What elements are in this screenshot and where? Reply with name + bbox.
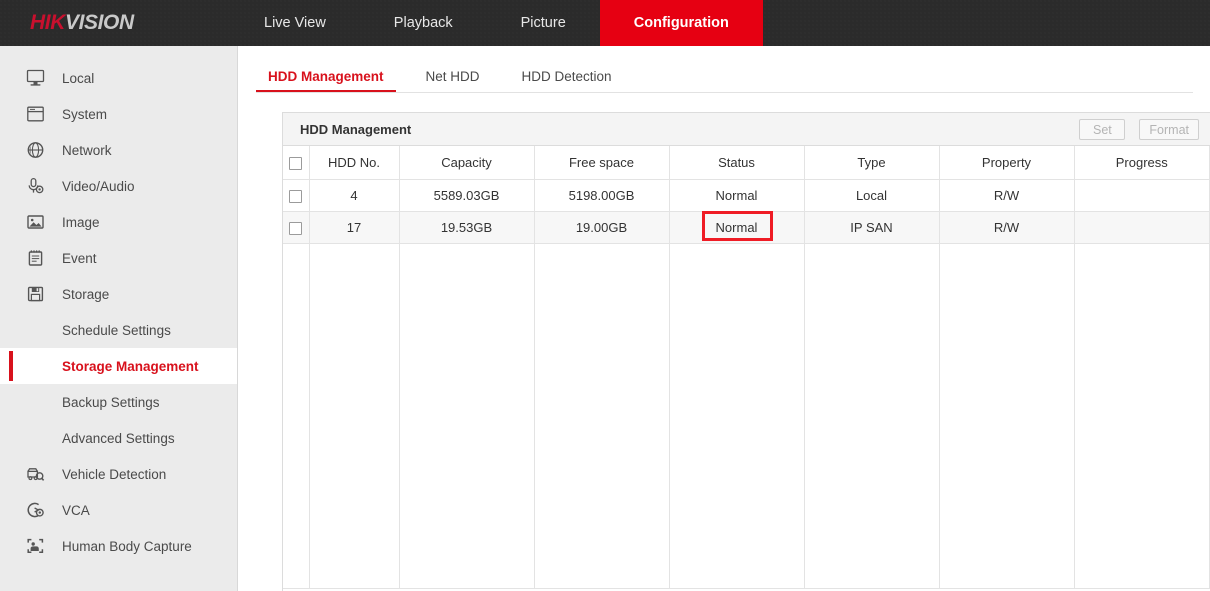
logo-vision-text: VISION [65, 11, 134, 35]
tab-hdd-management[interactable]: HDD Management [256, 69, 396, 93]
set-button[interactable]: Set [1079, 119, 1125, 140]
sidebar-item-system[interactable]: System [0, 96, 237, 132]
sidebar-item-label: Backup Settings [62, 395, 160, 410]
row-select-cell [283, 211, 309, 243]
monitor-icon [22, 67, 48, 89]
tab-hdd-detection[interactable]: HDD Detection [510, 69, 624, 93]
cell-status: Normal [669, 179, 804, 211]
cell-free-space: 19.00GB [534, 211, 669, 243]
sidebar-item-storage[interactable]: Storage [0, 276, 237, 312]
hdd-management-panel: HDD Management Set Format HDD No. [282, 112, 1210, 591]
sidebar-item-network[interactable]: Network [0, 132, 237, 168]
panel-action-buttons: Set Format [1079, 113, 1199, 146]
content-tab-bar: HDD Management Net HDD HDD Detection [256, 57, 1210, 93]
panel-title: HDD Management [300, 122, 411, 137]
tab-net-hdd[interactable]: Net HDD [414, 69, 492, 93]
cell-capacity: 19.53GB [399, 211, 534, 243]
sidebar-item-label: Local [62, 71, 94, 86]
main-nav-tabs: Live View Playback Picture Configuration [230, 0, 763, 46]
sidebar-item-label: System [62, 107, 107, 122]
globe-icon [22, 139, 48, 161]
sidebar-item-event[interactable]: Event [0, 240, 237, 276]
nav-tab-picture[interactable]: Picture [487, 0, 600, 46]
sidebar-item-label: Advanced Settings [62, 431, 175, 446]
content-area: HDD Management Net HDD HDD Detection HDD… [239, 46, 1210, 591]
column-header-status: Status [669, 146, 804, 179]
cell-hdd-no: 4 [309, 179, 399, 211]
column-header-progress: Progress [1074, 146, 1210, 179]
column-header-capacity: Capacity [399, 146, 534, 179]
sidebar-item-label: Storage [62, 287, 109, 302]
sidebar-item-human-body-capture[interactable]: Human Body Capture [0, 528, 237, 564]
select-all-checkbox[interactable] [289, 157, 302, 170]
sidebar-item-label: Video/Audio [62, 179, 135, 194]
sidebar-item-vca[interactable]: VCA [0, 492, 237, 528]
table-empty-space [283, 243, 1210, 588]
row-select-cell [283, 179, 309, 211]
sidebar-item-local[interactable]: Local [0, 60, 237, 96]
sidebar-item-label: Human Body Capture [62, 539, 192, 554]
top-header-bar: HIKVISION Live View Playback Picture Con… [0, 0, 1210, 46]
sidebar-item-schedule-settings[interactable]: Schedule Settings [0, 312, 237, 348]
nav-tab-live-view[interactable]: Live View [230, 0, 360, 46]
table-row[interactable]: 17 19.53GB 19.00GB Normal IP SAN R/W [283, 211, 1210, 243]
row-checkbox[interactable] [289, 190, 302, 203]
sidebar-item-storage-management[interactable]: Storage Management [0, 348, 237, 384]
logo-hik-text: HIK [30, 11, 65, 35]
clipboard-icon [22, 247, 48, 269]
cell-type: IP SAN [804, 211, 939, 243]
column-header-free-space: Free space [534, 146, 669, 179]
vca-icon [22, 499, 48, 521]
sidebar-item-label: Schedule Settings [62, 323, 171, 338]
vehicle-search-icon [22, 463, 48, 485]
nav-tab-configuration[interactable]: Configuration [600, 0, 763, 46]
save-disk-icon [22, 283, 48, 305]
sidebar-item-label: Network [62, 143, 112, 158]
sidebar-item-label: Event [62, 251, 97, 266]
sidebar-item-advanced-settings[interactable]: Advanced Settings [0, 420, 237, 456]
microphone-icon [22, 175, 48, 197]
picture-icon [22, 211, 48, 233]
sidebar-item-vehicle-detection[interactable]: Vehicle Detection [0, 456, 237, 492]
cell-property: R/W [939, 211, 1074, 243]
sidebar-item-label: Image [62, 215, 100, 230]
sidebar-item-label: Vehicle Detection [62, 467, 166, 482]
column-header-property: Property [939, 146, 1074, 179]
select-all-header [283, 146, 309, 179]
panel-header: HDD Management Set Format [283, 113, 1210, 146]
window-icon [22, 103, 48, 125]
hikvision-logo[interactable]: HIKVISION [0, 0, 230, 46]
cell-progress [1074, 211, 1210, 243]
cell-status: Normal [669, 211, 804, 243]
table-header-row: HDD No. Capacity Free space Status Type … [283, 146, 1210, 179]
sidebar-nav: Local System Network Video/Audio Image [0, 46, 238, 591]
table-row[interactable]: 4 5589.03GB 5198.00GB Normal Local R/W [283, 179, 1210, 211]
column-header-hdd-no: HDD No. [309, 146, 399, 179]
sidebar-item-image[interactable]: Image [0, 204, 237, 240]
hikvision-config-page: HIKVISION Live View Playback Picture Con… [0, 0, 1210, 591]
nav-tab-playback[interactable]: Playback [360, 0, 487, 46]
sidebar-item-video-audio[interactable]: Video/Audio [0, 168, 237, 204]
sidebar-item-backup-settings[interactable]: Backup Settings [0, 384, 237, 420]
sidebar-item-label: VCA [62, 503, 90, 518]
cell-type: Local [804, 179, 939, 211]
cell-free-space: 5198.00GB [534, 179, 669, 211]
sidebar-item-label: Storage Management [62, 359, 199, 374]
cell-progress [1074, 179, 1210, 211]
hdd-table: HDD No. Capacity Free space Status Type … [283, 146, 1210, 589]
cell-property: R/W [939, 179, 1074, 211]
column-header-type: Type [804, 146, 939, 179]
row-checkbox[interactable] [289, 222, 302, 235]
human-body-icon [22, 535, 48, 557]
cell-capacity: 5589.03GB [399, 179, 534, 211]
format-button[interactable]: Format [1139, 119, 1199, 140]
cell-hdd-no: 17 [309, 211, 399, 243]
